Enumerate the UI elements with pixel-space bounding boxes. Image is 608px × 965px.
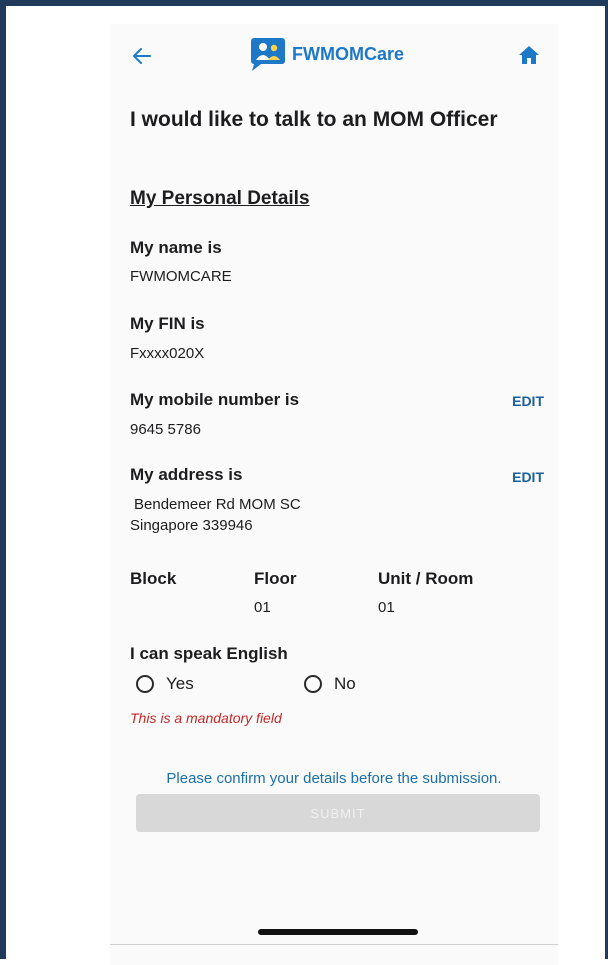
radio-no-circle[interactable] bbox=[304, 675, 322, 693]
floor-value: 01 bbox=[254, 599, 271, 616]
unit-room-value: 01 bbox=[378, 599, 395, 616]
unit-room-header: Unit / Room bbox=[378, 569, 474, 588]
mobile-label: My mobile number is bbox=[130, 390, 300, 409]
language-question: I can speak English bbox=[130, 644, 288, 663]
edit-mobile-button[interactable]: EDIT bbox=[512, 393, 544, 409]
name-value: FWMOMCARE bbox=[130, 268, 232, 285]
edit-address-button[interactable]: EDIT bbox=[512, 469, 544, 485]
confirm-message: Please confirm your details before the s… bbox=[166, 770, 502, 787]
mobile-value: 9645 5786 bbox=[130, 421, 201, 438]
language-radio-yes[interactable]: Yes bbox=[136, 674, 194, 694]
home-icon[interactable] bbox=[518, 44, 540, 66]
address-line-2: Singapore 339946 bbox=[130, 517, 253, 534]
section-title: My Personal Details bbox=[130, 188, 310, 209]
phone-screen: FWMOMCare I would like to talk to an MOM… bbox=[110, 24, 558, 965]
page-title: I would like to talk to an MOM Officer bbox=[130, 108, 498, 131]
back-arrow-icon[interactable] bbox=[130, 44, 154, 68]
fin-label: My FIN is bbox=[130, 314, 205, 333]
floor-header: Floor bbox=[254, 569, 297, 588]
screenshot-frame: FWMOMCare I would like to talk to an MOM… bbox=[0, 0, 608, 965]
logo-icon bbox=[251, 38, 285, 71]
radio-yes-circle[interactable] bbox=[136, 675, 154, 693]
radio-yes-label[interactable]: Yes bbox=[166, 674, 194, 694]
mandatory-error: This is a mandatory field bbox=[130, 710, 282, 726]
submit-button[interactable]: SUBMIT bbox=[136, 794, 540, 832]
block-header: Block bbox=[130, 569, 177, 588]
address-line-1: Bendemeer Rd MOM SC bbox=[134, 496, 301, 513]
name-label: My name is bbox=[130, 238, 222, 257]
language-radio-no[interactable]: No bbox=[304, 674, 356, 694]
fin-value: Fxxxx020X bbox=[130, 345, 205, 362]
top-bar: FWMOMCare bbox=[110, 24, 558, 84]
bottom-divider bbox=[110, 944, 558, 945]
home-indicator[interactable] bbox=[258, 929, 418, 935]
radio-no-label[interactable]: No bbox=[334, 674, 356, 694]
address-label: My address is bbox=[130, 465, 243, 484]
app-logo: FWMOMCare bbox=[250, 33, 404, 75]
app-name: FWMOMCare bbox=[292, 43, 404, 64]
